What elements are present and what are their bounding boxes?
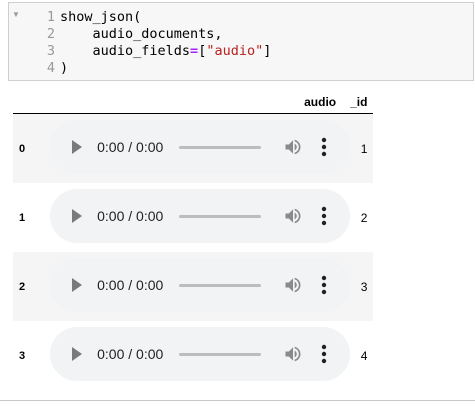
line-number: 1 <box>46 9 55 25</box>
time-label: 0:00 / 0:00 <box>97 277 164 293</box>
volume-icon[interactable] <box>283 344 303 364</box>
more-vert-icon[interactable] <box>316 204 332 228</box>
more-vert-icon[interactable] <box>316 135 332 159</box>
time-label: 0:00 / 0:00 <box>97 346 164 362</box>
audio-cell: 0:00 / 0:00 <box>25 114 351 184</box>
code-token: ) <box>60 60 69 76</box>
more-vert-icon[interactable] <box>316 273 332 297</box>
audio-cell: 0:00 / 0:00 <box>25 321 351 390</box>
code-line: audio_fields=["audio"] <box>60 43 272 60</box>
row-index: 0 <box>19 142 26 155</box>
time-label: 0:00 / 0:00 <box>97 208 164 224</box>
volume-icon[interactable] <box>283 137 303 157</box>
audio-player[interactable]: 0:00 / 0:00 <box>50 120 351 174</box>
audio-player[interactable]: 0:00 / 0:00 <box>50 327 351 381</box>
id-cell: 2 <box>360 210 368 225</box>
progress-slider[interactable] <box>179 353 262 356</box>
table-row: 1 0:00 / 0:00 2 <box>13 183 373 252</box>
play-icon[interactable] <box>72 347 83 361</box>
volume-icon[interactable] <box>283 275 303 295</box>
time-label: 0:00 / 0:00 <box>97 139 164 155</box>
volume-icon[interactable] <box>283 206 303 226</box>
line-number: 3 <box>46 43 55 59</box>
id-cell: 3 <box>360 279 368 294</box>
code-token: show_json( <box>60 9 142 25</box>
code-token: = <box>190 43 199 59</box>
audio-player[interactable]: 0:00 / 0:00 <box>50 258 351 312</box>
code-line: audio_documents, <box>60 26 271 43</box>
row-index: 1 <box>19 211 26 224</box>
table-row: 0 0:00 / 0:00 1 <box>13 113 374 184</box>
code-token: ] <box>263 43 272 59</box>
row-index: 3 <box>19 349 26 362</box>
line-number-gutter: 1234 <box>9 9 55 77</box>
table-row: 3 0:00 / 0:00 4 <box>13 321 373 390</box>
output-table: audio _id 0 0:00 / 0:00 1 1 0:00 / 0:00 2 2 0:0… <box>13 90 374 390</box>
audio-player[interactable]: 0:00 / 0:00 <box>50 189 351 243</box>
table-row: 2 0:00 / 0:00 3 <box>13 252 374 321</box>
line-number: 2 <box>46 26 55 42</box>
play-icon[interactable] <box>72 209 83 223</box>
more-vert-icon[interactable] <box>316 342 332 366</box>
index-column-header <box>13 90 25 114</box>
id-cell: 4 <box>360 348 368 363</box>
id-column-header: _id <box>350 94 368 109</box>
progress-slider[interactable] <box>179 284 262 287</box>
row-index: 2 <box>19 280 26 293</box>
code-line: show_json( <box>60 9 271 26</box>
play-icon[interactable] <box>72 278 83 292</box>
audio-cell: 0:00 / 0:00 <box>25 252 351 321</box>
audio-column-header: audio <box>304 94 337 109</box>
code-cell[interactable]: ▼ 1234 show_json( audio_documents, audio… <box>8 2 474 81</box>
id-cell: 1 <box>360 141 368 156</box>
line-number: 4 <box>46 60 55 76</box>
code-token: audio_fields <box>60 43 191 59</box>
code-token: audio_documents, <box>60 26 223 42</box>
code-editor[interactable]: show_json( audio_documents, audio_fields… <box>60 9 271 77</box>
play-icon[interactable] <box>72 140 83 154</box>
audio-cell: 0:00 / 0:00 <box>25 183 351 252</box>
table-header-row: audio _id <box>13 90 374 114</box>
code-token: "audio" <box>206 43 264 59</box>
cell-divider <box>0 400 475 401</box>
progress-slider[interactable] <box>179 215 262 218</box>
code-line: ) <box>60 60 271 77</box>
progress-slider[interactable] <box>179 146 262 149</box>
